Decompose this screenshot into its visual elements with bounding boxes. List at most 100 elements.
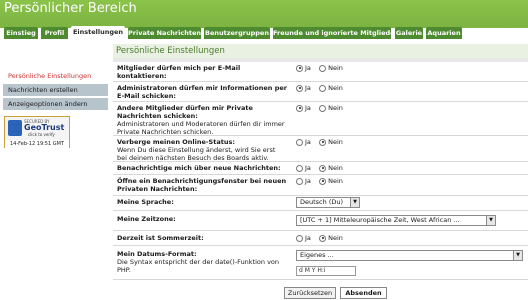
radio-label: Nein: [328, 138, 343, 146]
chevron-down-icon[interactable]: ▼: [486, 216, 495, 225]
setting-label-text: Andere Mitglieder dürfen mir Private Nac…: [117, 104, 253, 120]
radio-label: Ja: [305, 234, 311, 242]
radio-label: Nein: [328, 104, 343, 112]
radio-label: Nein: [328, 234, 343, 242]
sidebar-item-nachrichten-erstellen[interactable]: Nachrichten erstellen: [3, 84, 108, 96]
radio-ja[interactable]: Ja: [296, 164, 311, 172]
radio-nein[interactable]: Nein: [319, 64, 343, 72]
sidebar-item-persoenliche-einstellungen[interactable]: Persönliche Einstellungen: [3, 70, 108, 82]
page-header: Persönlicher Bereich: [0, 0, 528, 28]
date-format-select[interactable]: Eigenes ... ▼: [296, 250, 523, 261]
setting-row: Administratoren dürfen mir Informationen…: [113, 82, 528, 102]
setting-label-text: Mein Datums-Format:: [117, 250, 197, 258]
radio-nein[interactable]: Nein: [319, 104, 343, 112]
radio-circle[interactable]: [296, 104, 303, 112]
chevron-down-icon[interactable]: ▼: [350, 198, 359, 207]
date-format-input[interactable]: d M Y H:i: [296, 266, 356, 276]
radio-label: Ja: [305, 138, 311, 146]
radio-label: Ja: [305, 177, 311, 185]
setting-row: Benachrichtige mich über neue Nachrichte…: [113, 162, 528, 175]
radio-ja[interactable]: Ja: [296, 64, 311, 72]
setting-label: Derzeit ist Sommerzeit:: [117, 234, 204, 242]
setting-row: Verberge meinen Online-Status: Wenn Du d…: [113, 136, 528, 162]
radio-ja[interactable]: Ja: [296, 177, 311, 185]
setting-label: Verberge meinen Online-Status: Wenn Du d…: [117, 138, 287, 162]
radio-ja[interactable]: Ja: [296, 104, 311, 112]
radio-group: Ja Nein: [296, 138, 349, 148]
setting-label-text: Verberge meinen Online-Status:: [117, 138, 235, 146]
timezone-select-value: [UTC + 1] Mitteleuropäische Zeit, West A…: [300, 216, 460, 224]
button-bar: [0, 284, 528, 300]
radio-circle[interactable]: [296, 64, 303, 72]
radio-circle[interactable]: [319, 164, 327, 172]
radio-label: Nein: [328, 177, 343, 185]
language-select-value: Deutsch (Du): [300, 198, 344, 206]
setting-label: Meine Sprache:: [117, 198, 174, 206]
radio-circle[interactable]: [319, 64, 327, 72]
radio-group: Ja Nein: [296, 164, 349, 174]
setting-label: Benachrichtige mich über neue Nachrichte…: [117, 164, 281, 172]
chevron-down-icon[interactable]: ▼: [513, 251, 522, 260]
setting-row: Andere Mitglieder dürfen mir Private Nac…: [113, 102, 528, 136]
submit-button[interactable]: Absenden: [340, 287, 387, 299]
tab-einstellungen[interactable]: Einstellungen: [71, 26, 125, 40]
setting-row: Mein Datums-Format: Die Syntax entsprich…: [113, 246, 528, 280]
radio-ja[interactable]: Ja: [296, 84, 311, 92]
radio-label: Nein: [328, 84, 343, 92]
setting-label: Meine Zeitzone:: [117, 215, 176, 223]
radio-circle[interactable]: [296, 138, 303, 146]
radio-label: Ja: [305, 104, 311, 112]
setting-row: Öffne ein Benachrichtigungsfenster bei n…: [113, 175, 528, 196]
radio-circle[interactable]: [319, 177, 327, 185]
setting-row: Meine Zeitzone: [UTC + 1] Mitteleuropäis…: [113, 211, 528, 231]
setting-label: Andere Mitglieder dürfen mir Private Nac…: [117, 104, 287, 136]
radio-circle[interactable]: [319, 84, 327, 92]
geotrust-badge[interactable]: SECURED BY GeoTrust click to verify 14-F…: [4, 116, 70, 148]
badge-click-text: click to verify: [28, 132, 55, 137]
radio-group: Ja Nein: [296, 64, 349, 74]
setting-description: Wenn Du diese Einstellung änderst, wird …: [117, 146, 276, 162]
radio-group: Ja Nein: [296, 177, 349, 187]
setting-row: Mitglieder dürfen mich per E-Mail kontak…: [113, 62, 528, 82]
badge-date: 14-Feb-12 19:51 GMT: [5, 140, 69, 148]
date-format-select-value: Eigenes ...: [300, 251, 334, 259]
sidebar: Persönliche Einstellungen Nachrichten er…: [3, 70, 108, 112]
radio-label: Nein: [328, 164, 343, 172]
setting-label: Mein Datums-Format: Die Syntax entsprich…: [117, 250, 287, 274]
panel-title: Persönliche Einstellungen: [113, 44, 528, 58]
radio-circle[interactable]: [296, 164, 303, 172]
sidebar-item-anzeigeoptionen[interactable]: Anzeigeoptionen ändern: [3, 98, 108, 110]
radio-label: Ja: [305, 84, 311, 92]
setting-description: Die Syntax entspricht der der date()-Fun…: [117, 258, 280, 274]
radio-circle[interactable]: [319, 138, 327, 146]
radio-group: Ja Nein: [296, 84, 349, 94]
radio-circle[interactable]: [296, 177, 303, 185]
radio-circle[interactable]: [319, 234, 327, 242]
language-select[interactable]: Deutsch (Du) ▼: [296, 197, 360, 208]
lock-icon: [8, 120, 22, 136]
radio-label: Ja: [305, 64, 311, 72]
setting-label: Administratoren dürfen mir Informationen…: [117, 84, 287, 100]
radio-nein[interactable]: Nein: [319, 84, 343, 92]
setting-label: Öffne ein Benachrichtigungsfenster bei n…: [117, 177, 287, 193]
radio-circle[interactable]: [319, 104, 327, 112]
timezone-select[interactable]: [UTC + 1] Mitteleuropäische Zeit, West A…: [296, 215, 496, 226]
setting-label: Mitglieder dürfen mich per E-Mail kontak…: [117, 64, 241, 80]
radio-nein[interactable]: Nein: [319, 138, 343, 146]
page-title: Persönlicher Bereich: [4, 1, 137, 16]
radio-label: Ja: [305, 164, 311, 172]
radio-nein[interactable]: Nein: [319, 177, 343, 185]
reset-button[interactable]: Zurücksetzen: [284, 287, 336, 299]
radio-circle[interactable]: [296, 234, 303, 242]
setting-row: Meine Sprache: Deutsch (Du) ▼: [113, 196, 528, 211]
radio-group: Ja Nein: [296, 104, 349, 114]
radio-ja[interactable]: Ja: [296, 138, 311, 146]
radio-nein[interactable]: Nein: [319, 234, 343, 242]
radio-nein[interactable]: Nein: [319, 164, 343, 172]
setting-row: Derzeit ist Sommerzeit: Ja Nein: [113, 231, 528, 246]
badge-top: SECURED BY GeoTrust click to verify: [5, 117, 69, 140]
radio-circle[interactable]: [296, 84, 303, 92]
radio-ja[interactable]: Ja: [296, 234, 311, 242]
radio-label: Nein: [328, 64, 343, 72]
radio-group: Ja Nein: [296, 234, 349, 244]
